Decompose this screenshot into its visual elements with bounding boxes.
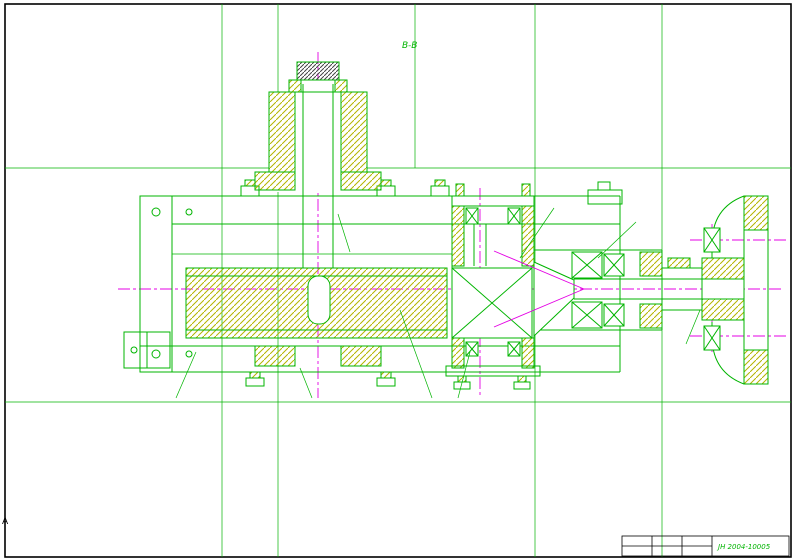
- output-shaft: [572, 252, 702, 328]
- worm-gear-cylinder: [186, 268, 447, 338]
- edge-marker-label: A: [2, 517, 9, 527]
- drawing-number: JH 2004-10005: [716, 543, 771, 551]
- title-block: JH 2004-10005: [622, 536, 789, 556]
- shaft-key: [668, 258, 690, 268]
- section-label: B-B: [402, 41, 417, 51]
- gearbox-assembly: [124, 62, 768, 398]
- drawing-sheet: B-B A JH 2004-10005: [0, 0, 795, 560]
- breather-plug: [588, 182, 622, 204]
- bearing-cover-right-top: [640, 252, 662, 276]
- cad-canvas: B-B A JH 2004-10005: [0, 0, 795, 560]
- left-bracket: [124, 332, 170, 368]
- bevel-gear: [452, 251, 584, 338]
- shaft-end-cap: [297, 62, 339, 80]
- bearing-cover-right-bottom: [640, 304, 662, 328]
- shaft-bore-slot: [308, 276, 330, 324]
- upper-bearing-boss: [452, 184, 534, 266]
